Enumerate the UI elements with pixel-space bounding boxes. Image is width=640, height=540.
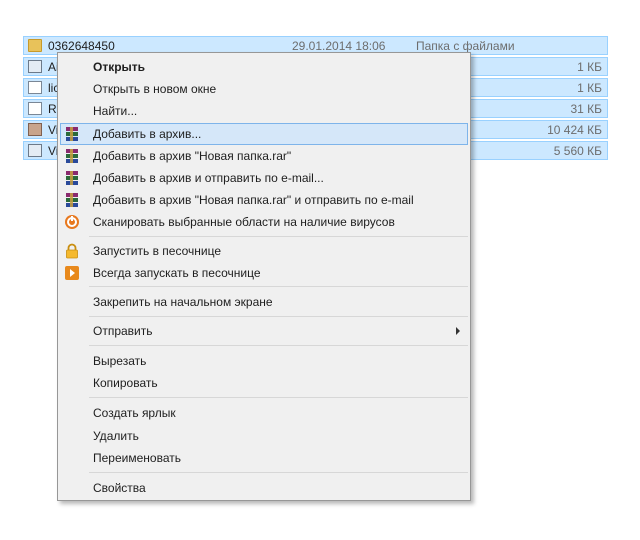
menu-item-named-archive-and-email[interactable]: Добавить в архив "Новая папка.rar" и отп… <box>60 189 468 211</box>
menu-item-run-in-sandbox[interactable]: Запустить в песочнице <box>60 240 468 262</box>
menu-item-label: Сканировать выбранные области на наличие… <box>93 215 395 229</box>
menu-item-label: Открыть <box>93 60 146 74</box>
menu-item-properties[interactable]: Свойства <box>60 477 468 499</box>
menu-item-pin-to-start[interactable]: Закрепить на начальном экране <box>60 291 468 313</box>
menu-item-add-to-named-archive[interactable]: Добавить в архив "Новая папка.rar" <box>60 145 468 167</box>
image-file-icon <box>28 123 42 136</box>
menu-item-label: Добавить в архив "Новая папка.rar" <box>93 149 292 163</box>
menu-item-add-to-archive[interactable]: Добавить в архив... <box>60 123 468 145</box>
menu-item-archive-and-email[interactable]: Добавить в архив и отправить по e-mail..… <box>60 167 468 189</box>
menu-item-label: Открыть в новом окне <box>93 82 217 96</box>
menu-item-label: Свойства <box>93 481 146 495</box>
config-file-icon <box>28 60 42 73</box>
menu-item-delete[interactable]: Удалить <box>60 425 468 447</box>
menu-separator <box>89 286 468 287</box>
menu-separator <box>89 236 468 237</box>
menu-item-always-run-in-sandbox[interactable]: Всегда запускать в песочнице <box>60 262 468 284</box>
winrar-icon <box>66 127 78 141</box>
menu-item-send-to[interactable]: Отправить <box>60 320 468 342</box>
menu-item-rename[interactable]: Переименовать <box>60 447 468 469</box>
menu-item-label: Запустить в песочнице <box>93 244 221 258</box>
menu-separator <box>89 345 468 346</box>
setup-file-icon <box>28 144 42 157</box>
text-file-icon <box>28 81 42 94</box>
file-size: 31 КБ <box>570 102 602 116</box>
menu-separator <box>89 472 468 473</box>
file-type: Папка с файлами <box>416 39 515 53</box>
file-name: 0362648450 <box>48 39 115 53</box>
menu-item-label: Добавить в архив и отправить по e-mail..… <box>93 171 324 185</box>
menu-item-label: Добавить в архив "Новая папка.rar" и отп… <box>93 193 414 207</box>
sandbox-arrow-icon <box>65 266 79 280</box>
menu-item-label: Создать ярлык <box>93 406 176 420</box>
menu-item-find[interactable]: Найти... <box>60 100 468 122</box>
file-size: 1 КБ <box>577 81 602 95</box>
file-size: 10 424 КБ <box>547 123 602 137</box>
file-size: 1 КБ <box>577 60 602 74</box>
winrar-icon <box>66 171 78 185</box>
menu-item-label: Отправить <box>93 324 153 338</box>
menu-item-open-new-window[interactable]: Открыть в новом окне <box>60 78 468 100</box>
menu-item-label: Добавить в архив... <box>93 127 202 141</box>
menu-item-open[interactable]: Открыть <box>60 56 468 78</box>
menu-item-create-shortcut[interactable]: Создать ярлык <box>60 402 468 424</box>
sandbox-lock-icon <box>66 243 78 259</box>
menu-item-label: Найти... <box>93 104 138 118</box>
submenu-arrow-icon <box>456 327 460 335</box>
file-size: 5 560 КБ <box>553 144 602 158</box>
menu-item-cut[interactable]: Вырезать <box>60 350 468 372</box>
menu-item-label: Удалить <box>93 429 139 443</box>
winrar-icon <box>66 193 78 207</box>
menu-item-label: Всегда запускать в песочнице <box>93 266 261 280</box>
winrar-icon <box>66 149 78 163</box>
file-date: 29.01.2014 18:06 <box>292 39 386 53</box>
menu-item-label: Переименовать <box>93 451 181 465</box>
folder-icon <box>28 39 42 52</box>
antivirus-icon <box>65 215 79 229</box>
menu-item-scan-viruses[interactable]: Сканировать выбранные области на наличие… <box>60 211 468 233</box>
menu-separator <box>89 316 468 317</box>
menu-item-copy[interactable]: Копировать <box>60 372 468 394</box>
context-menu: Открыть Открыть в новом окне Найти... До… <box>57 52 471 501</box>
menu-item-label: Копировать <box>93 376 158 390</box>
menu-separator <box>89 397 468 398</box>
menu-item-label: Вырезать <box>93 354 147 368</box>
menu-item-label: Закрепить на начальном экране <box>93 295 273 309</box>
document-file-icon <box>28 102 42 115</box>
